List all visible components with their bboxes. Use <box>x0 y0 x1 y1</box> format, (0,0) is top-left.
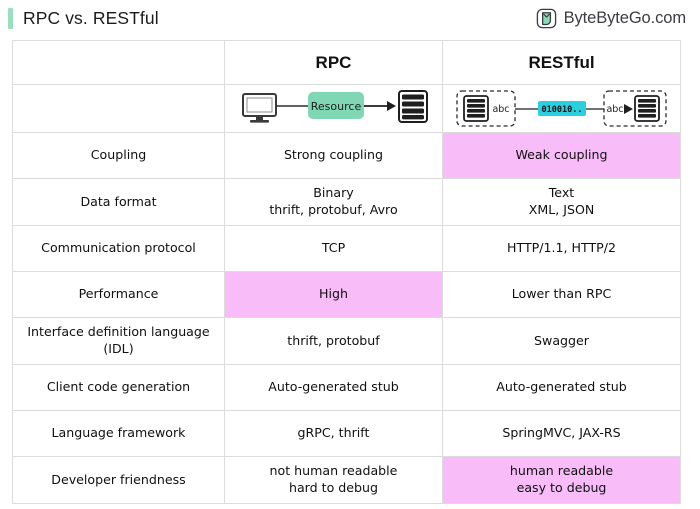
row-label: Client code generation <box>12 364 225 411</box>
left-abc-label: abc <box>492 104 509 115</box>
title-accent-bar <box>8 8 13 29</box>
label-line: (IDL) <box>103 341 134 356</box>
restful-diagram-cell: abc 010010.. abc <box>442 84 681 133</box>
row-label: Developer friendness <box>12 456 225 504</box>
row-value-rpc: gRPC, thrift <box>224 410 443 457</box>
table-row: Performance High Lower than RPC <box>12 271 681 318</box>
row-value-restful: SpringMVC, JAX-RS <box>442 410 681 457</box>
rpc-diagram: Resource <box>225 85 442 132</box>
row-value-rpc: Binary thrift, protobuf, Avro <box>224 178 443 226</box>
row-value-rpc: Auto-generated stub <box>224 364 443 411</box>
row-value-restful: Lower than RPC <box>442 271 681 318</box>
server-rack-icon <box>397 89 428 123</box>
server-rack-icon <box>462 94 489 122</box>
row-value-rpc: thrift, protobuf <box>224 317 443 365</box>
row-label: Interface definition language (IDL) <box>12 317 225 365</box>
comparison-infographic: RPC vs. RESTful ByteByteGo.com RPC RESTf… <box>0 0 700 509</box>
row-value-restful: Weak coupling <box>442 132 681 179</box>
table-row: Developer friendness not human readable … <box>12 456 681 504</box>
label-line: Interface definition language <box>27 324 210 340</box>
svg-text:010010..: 010010.. <box>541 105 582 115</box>
row-label: Language framework <box>12 410 225 457</box>
title-group: RPC vs. RESTful <box>8 8 159 29</box>
value-line: easy to debug <box>516 480 607 495</box>
bytebytego-logo-icon <box>536 8 557 29</box>
brand-name: ByteByteGo.com <box>563 9 687 27</box>
payload-box: 010010.. <box>537 100 586 116</box>
table-row: Language framework gRPC, thrift SpringMV… <box>12 410 681 457</box>
row-value-restful: Swagger <box>442 317 681 365</box>
value-line: human readable <box>509 463 614 479</box>
row-label: Performance <box>12 271 225 318</box>
monitor-icon <box>241 92 277 123</box>
table-row: Client code generation Auto-generated st… <box>12 364 681 411</box>
value-line: thrift, protobuf, Avro <box>269 202 398 217</box>
value-line: XML, JSON <box>528 202 595 217</box>
row-value-rpc: High <box>224 271 443 318</box>
table-row: Data format Binary thrift, protobuf, Avr… <box>12 178 681 226</box>
table-header-row: RPC RESTful <box>12 40 681 85</box>
row-value-restful: HTTP/1.1, HTTP/2 <box>442 225 681 272</box>
restful-diagram: abc 010010.. abc <box>443 85 680 132</box>
arrow-right-icon <box>623 103 633 114</box>
brand-logo: ByteByteGo.com <box>536 8 686 29</box>
value-line: Text <box>548 185 575 201</box>
rpc-diagram-cell: Resource <box>224 84 443 133</box>
value-line: hard to debug <box>288 480 378 495</box>
header-cell-rpc: RPC <box>224 40 443 85</box>
right-abc-label: abc <box>606 104 623 115</box>
row-label: Data format <box>12 178 225 226</box>
header-cell-blank <box>12 40 225 85</box>
page-header: RPC vs. RESTful ByteByteGo.com <box>0 0 700 37</box>
header-cell-restful: RESTful <box>442 40 681 85</box>
diagram-cell-blank <box>12 84 225 133</box>
row-value-restful: Auto-generated stub <box>442 364 681 411</box>
row-value-rpc: not human readable hard to debug <box>224 456 443 504</box>
table-row: Coupling Strong coupling Weak coupling <box>12 132 681 179</box>
row-value-rpc: Strong coupling <box>224 132 443 179</box>
row-label: Coupling <box>12 132 225 179</box>
comparison-table: RPC RESTful Resource abc 010010.. abc Co… <box>12 40 681 504</box>
arrow-right-icon <box>363 100 396 111</box>
value-line: not human readable <box>269 463 398 479</box>
value-line: Binary <box>313 185 354 201</box>
row-label: Communication protocol <box>12 225 225 272</box>
resource-box: Resource <box>307 91 364 119</box>
page-title: RPC vs. RESTful <box>23 8 159 28</box>
row-value-restful: human readable easy to debug <box>442 456 681 504</box>
server-rack-icon <box>633 94 660 122</box>
row-value-rpc: TCP <box>224 225 443 272</box>
table-row: Communication protocol TCP HTTP/1.1, HTT… <box>12 225 681 272</box>
row-value-restful: Text XML, JSON <box>442 178 681 226</box>
svg-text:Resource: Resource <box>310 100 361 113</box>
diagram-row: Resource abc 010010.. abc <box>12 84 681 133</box>
table-row: Interface definition language (IDL) thri… <box>12 317 681 365</box>
